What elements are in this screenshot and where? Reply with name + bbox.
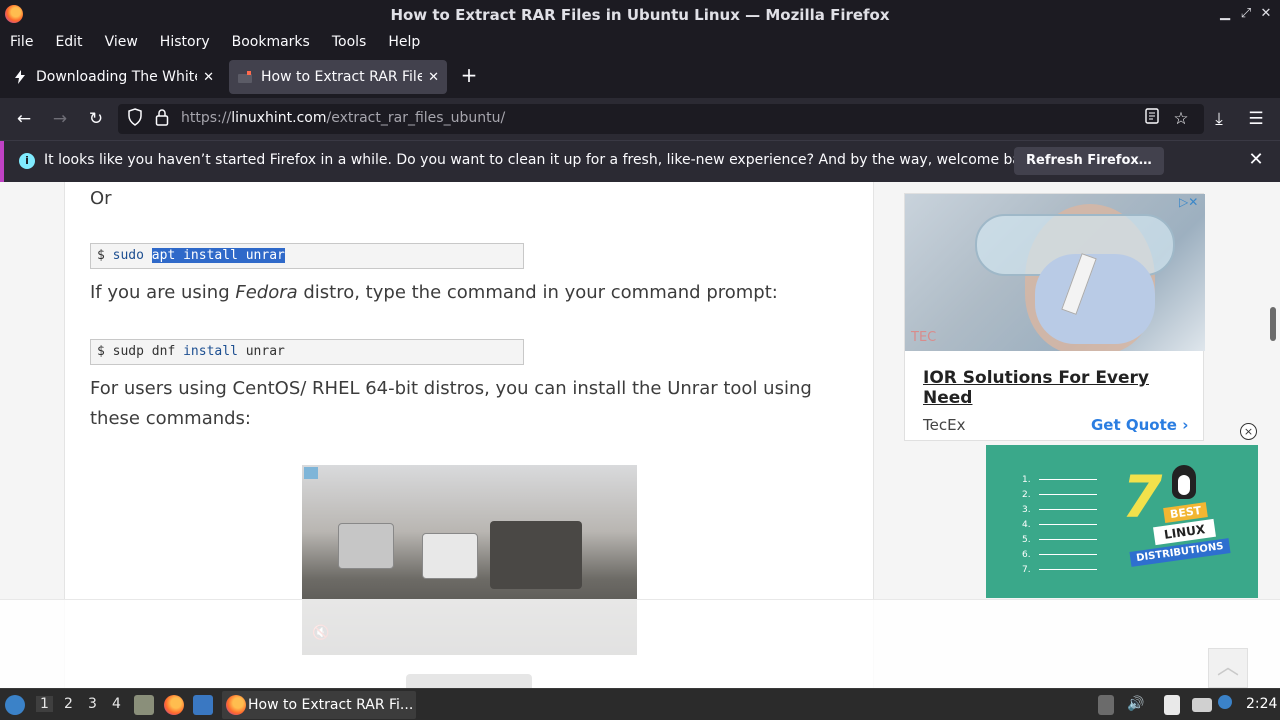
workspace-3[interactable]: 3 [88,696,97,712]
tec-logo: TEC [911,330,937,345]
van-illustration [338,523,394,569]
page-scrollbar-thumb[interactable] [1270,307,1276,341]
list-number: 5. [1022,535,1097,545]
notification-area-icon[interactable] [1098,695,1114,715]
tab-strip: Downloading The White H ✕ How to Extract… [0,56,1280,98]
tab-label: Downloading The White H [36,69,197,85]
van-illustration [422,533,478,579]
start-menu-icon[interactable] [5,695,25,715]
file-manager-icon[interactable] [134,695,154,715]
selected-text[interactable]: apt install unrar [151,248,285,263]
firefox-task-icon [226,695,246,715]
refresh-firefox-button[interactable]: Refresh Firefox… [1014,147,1164,175]
hamburger-menu-icon[interactable]: ☰ [1245,108,1267,130]
tab-close-icon[interactable]: ✕ [428,70,439,85]
window-title: How to Extract RAR Files in Ubuntu Linux… [390,6,890,24]
window-titlebar: How to Extract RAR Files in Ubuntu Linux… [0,0,1280,30]
url-text[interactable]: https://linuxhint.com/extract_rar_files_… [181,110,505,126]
firefox-notification-bar: i It looks like you haven’t started Fire… [0,140,1280,183]
lock-icon[interactable] [151,108,173,130]
reload-icon[interactable]: ↻ [85,108,107,130]
web-page: Or $ sudo apt install unrar If you are u… [0,182,1280,688]
reader-view-icon[interactable] [1141,108,1163,130]
close-icon[interactable]: ✕ [1259,6,1273,22]
menu-bar: File Edit View History Bookmarks Tools H… [0,30,1280,54]
menu-file[interactable]: File [10,34,33,50]
truck-illustration [490,521,582,589]
distributions-label: DISTRIBUTIONS [1129,538,1231,567]
display-icon[interactable] [1192,698,1212,712]
notification-accent-stripe [0,141,4,183]
taskbar-window-label: How to Extract RAR Fi... [248,697,414,713]
desktop-taskbar: 1 2 3 4 How to Extract RAR Fi... 🔊 2:24 [0,688,1280,720]
tab-label: How to Extract RAR Files [261,69,423,85]
menu-bookmarks[interactable]: Bookmarks [232,34,310,50]
adchoices-icon[interactable] [304,467,318,479]
sidebar-advertisement[interactable]: TEC ▷✕ IOR Solutions For Every Need TecE… [904,193,1205,441]
list-number: 7. [1022,565,1097,575]
list-number: 3. [1022,505,1097,515]
paragraph-or: Or [90,188,112,209]
firefox-launcher-icon[interactable] [164,695,184,715]
lightning-icon [12,69,28,85]
overlay-tab-button[interactable] [406,674,532,688]
menu-edit[interactable]: Edit [55,34,82,50]
tux-penguin-belly [1178,475,1190,495]
clipboard-icon[interactable] [1164,695,1180,715]
menu-history[interactable]: History [160,34,210,50]
adchoices-close-icon[interactable]: ▷✕ [1179,195,1198,209]
info-icon: i [19,153,35,169]
get-quote-link[interactable]: Get Quote › [1091,416,1188,434]
close-ad-icon[interactable]: × [1240,423,1257,440]
glove-image [1035,254,1155,344]
tab-extract-rar[interactable]: How to Extract RAR Files ✕ [229,60,447,94]
seven-numeral: 7 [1122,463,1163,531]
bottom-ad-overlay [0,599,1280,688]
desktop-icon[interactable] [193,695,213,715]
list-number: 2. [1022,490,1097,500]
tab-downloading[interactable]: Downloading The White H ✕ [4,60,222,94]
forward-arrow-icon[interactable]: → [49,108,71,130]
list-number: 6. [1022,550,1097,560]
workspace-1[interactable]: 1 [36,696,53,712]
menu-view[interactable]: View [105,34,138,50]
ad-headline[interactable]: IOR Solutions For Every Need [923,368,1203,408]
code-block-dnf[interactable]: $ sudp dnf install unrar [90,339,524,365]
downloads-icon[interactable]: ⤓ [1208,108,1230,130]
notification-message: It looks like you haven’t started Firefo… [44,152,1043,168]
minimize-icon[interactable]: ▁ [1218,6,1232,22]
workspace-4[interactable]: 4 [112,696,121,712]
ad-photo: TEC [905,194,1205,351]
menu-help[interactable]: Help [388,34,420,50]
update-alert-icon[interactable] [1218,695,1232,709]
workspace-2[interactable]: 2 [64,696,73,712]
firefox-app-icon [5,5,23,23]
paragraph-fedora: If you are using Fedora distro, type the… [90,282,778,303]
list-number: 4. [1022,520,1097,530]
tab-close-icon[interactable]: ✕ [203,70,214,85]
scroll-to-top-button[interactable]: ︿ [1208,648,1248,688]
shield-icon[interactable] [124,108,146,130]
code-block-apt[interactable]: $ sudo apt install unrar [90,243,524,269]
linux-distributions-ad[interactable]: 1. 2. 3. 4. 5. 6. 7. 7 BEST LINUX DISTRI… [986,445,1258,598]
ad-brand: TecEx [923,416,966,434]
paragraph-centos: For users using CentOS/ RHEL 64-bit dist… [90,378,812,429]
bookmark-star-icon[interactable]: ☆ [1170,108,1192,130]
menu-tools[interactable]: Tools [332,34,367,50]
clock: 2:24 [1246,696,1278,712]
list-number: 1. [1022,475,1097,485]
volume-icon[interactable]: 🔊 [1127,696,1144,712]
maximize-icon[interactable]: ⤢ [1239,6,1253,22]
new-tab-plus-icon[interactable]: + [458,64,480,86]
notification-close-icon[interactable]: ✕ [1247,149,1265,171]
linuxhint-favicon [237,69,253,85]
back-arrow-icon[interactable]: ← [13,108,35,130]
